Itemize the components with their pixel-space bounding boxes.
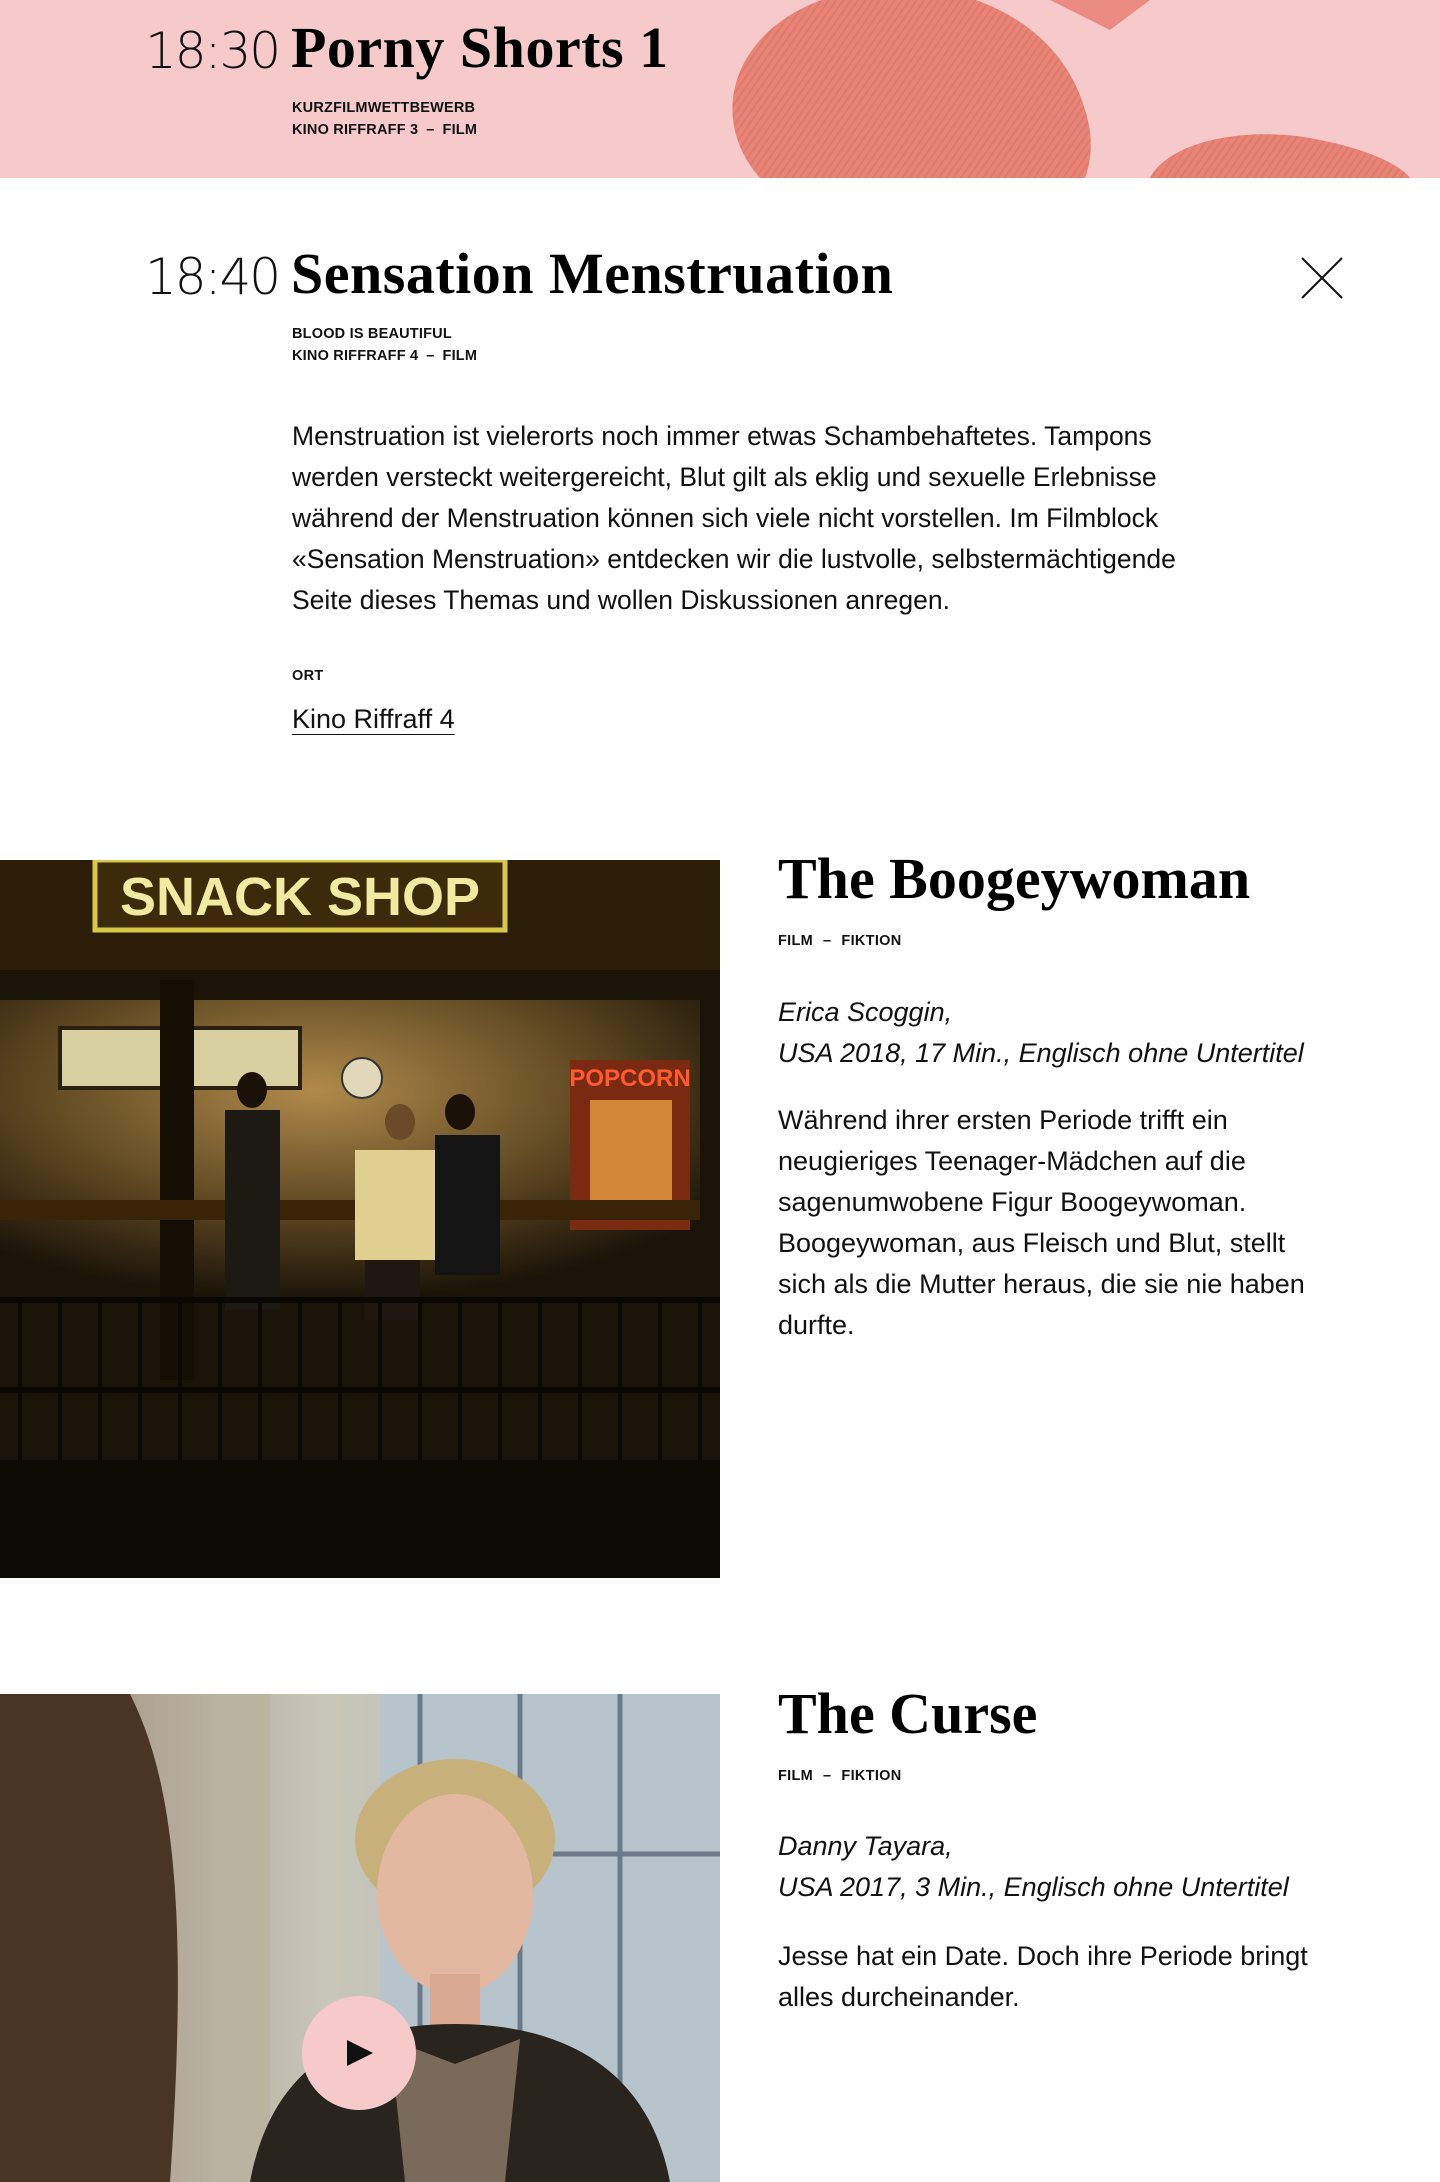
close-button[interactable] xyxy=(1300,256,1344,300)
close-icon xyxy=(1301,257,1343,299)
film-genre: FIKTION xyxy=(841,1768,902,1784)
film-still-boogeywoman: SNACK SHOP POPCORN xyxy=(0,860,720,1578)
event-venue: KINO RIFFRAFF 4 xyxy=(292,348,419,364)
event-meta: BLOOD IS BEAUTIFUL KINO RIFFRAFF 4– FILM xyxy=(292,323,477,367)
film-director: Danny Tayara, xyxy=(778,1831,953,1861)
film-genre: FIKTION xyxy=(841,933,902,949)
event-venue: KINO RIFFRAFF 3 xyxy=(292,122,419,138)
film-details: USA 2017, 3 Min., Englisch ohne Untertit… xyxy=(778,1872,1289,1902)
film-director: Erica Scoggin, xyxy=(778,997,953,1027)
event-category: KURZFILMWETTBEWERB xyxy=(292,100,476,116)
event-category: BLOOD IS BEAUTIFUL xyxy=(292,326,452,342)
event-venue-line: KINO RIFFRAFF 3– FILM xyxy=(292,122,478,138)
event-title: Sensation Menstruation xyxy=(291,241,894,306)
venue-link[interactable]: Kino Riffraff 4 xyxy=(292,704,455,735)
film-meta: FILM – FIKTION xyxy=(778,933,902,949)
snack-shop-sign: SNACK SHOP xyxy=(120,867,480,927)
ort-label: ORT xyxy=(292,668,324,684)
event-venue-line: KINO RIFFRAFF 4– FILM xyxy=(292,348,478,364)
event-time: 18:40 xyxy=(145,248,281,306)
event-type: FILM xyxy=(442,348,478,364)
film-kind: FILM xyxy=(778,933,814,949)
event-type: FILM xyxy=(442,122,478,138)
event-description: Menstruation ist vielerorts noch immer e… xyxy=(292,421,1176,615)
popcorn-sign: POPCORN xyxy=(569,1065,690,1092)
event-banner-porny-shorts[interactable]: 18:30 Porny Shorts 1 KURZFILMWETTBEWERB … xyxy=(0,0,1440,178)
film-credits: Erica Scoggin, USA 2018, 17 Min., Englis… xyxy=(778,992,1304,1074)
event-meta: KURZFILMWETTBEWERB KINO RIFFRAFF 3– FILM xyxy=(292,97,477,141)
event-time: 18:30 xyxy=(145,22,281,80)
film-title: The Boogeywoman xyxy=(778,846,1251,911)
film-description: Während ihrer ersten Periode trifft ein … xyxy=(778,1105,1305,1340)
film-still-image: SNACK SHOP POPCORN xyxy=(0,860,720,1578)
film-meta: FILM – FIKTION xyxy=(778,1768,902,1784)
film-title: The Curse xyxy=(778,1681,1038,1746)
play-icon xyxy=(347,2040,373,2066)
film-kind: FILM xyxy=(778,1768,814,1784)
film-description: Jesse hat ein Date. Doch ihre Periode br… xyxy=(778,1941,1308,2012)
play-button[interactable] xyxy=(302,1996,416,2110)
film-credits: Danny Tayara, USA 2017, 3 Min., Englisch… xyxy=(778,1826,1289,1908)
event-title: Porny Shorts 1 xyxy=(291,15,669,80)
film-details: USA 2018, 17 Min., Englisch ohne Unterti… xyxy=(778,1038,1304,1068)
